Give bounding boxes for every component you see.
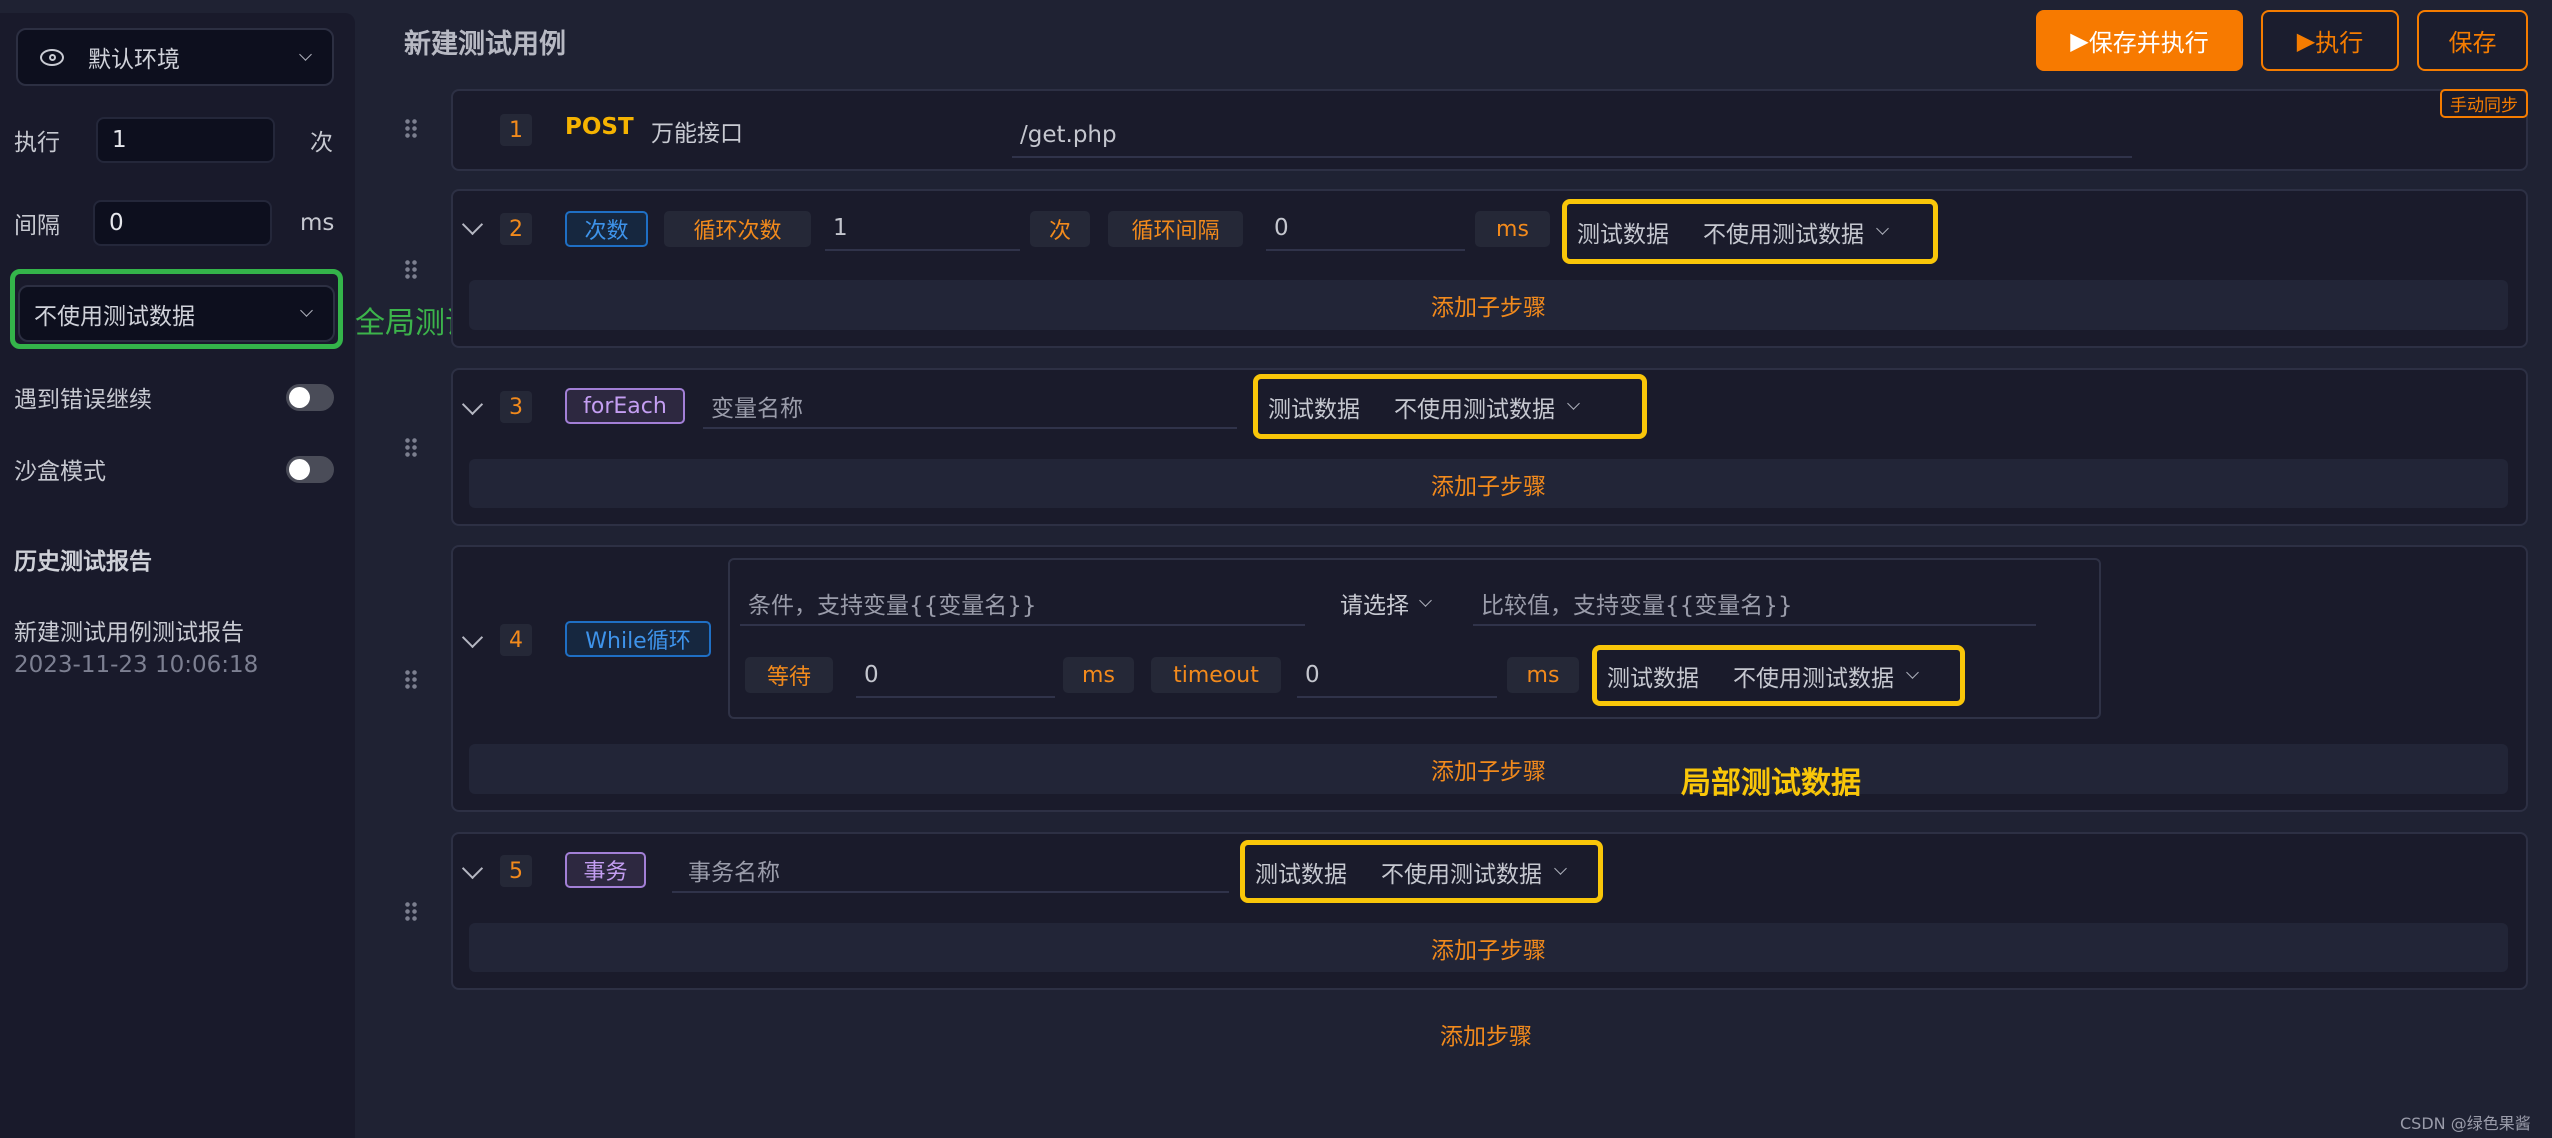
test-data-value: 不使用测试数据 bbox=[1381, 861, 1542, 888]
wait-label: 等待 bbox=[745, 657, 833, 693]
transaction-name-input[interactable]: 事务名称 bbox=[672, 849, 1229, 893]
wait-input[interactable]: 0 bbox=[856, 654, 1055, 698]
test-data-value: 不使用测试数据 bbox=[1733, 665, 1894, 692]
interval-unit: ms bbox=[300, 210, 335, 236]
drag-handle-icon[interactable] bbox=[404, 437, 418, 459]
test-data-label: 测试数据 bbox=[1255, 861, 1347, 888]
interval-input[interactable]: 0 bbox=[93, 200, 272, 246]
run-label: 执行 bbox=[2315, 29, 2364, 57]
step-number: 2 bbox=[500, 213, 532, 245]
step-type-tag: forEach bbox=[565, 388, 685, 424]
timeout-label: timeout bbox=[1151, 657, 1281, 693]
play-icon: ▶ bbox=[2070, 26, 2089, 55]
step-type-tag: 事务 bbox=[565, 852, 646, 888]
timeout-input[interactable]: 0 bbox=[1297, 654, 1497, 698]
environment-value: 默认环境 bbox=[88, 47, 180, 73]
watermark: CSDN @绿色果酱 bbox=[2400, 1114, 2531, 1133]
loop-interval-label: 循环间隔 bbox=[1108, 211, 1243, 247]
step-number: 4 bbox=[500, 624, 532, 656]
test-data-value: 不使用测试数据 bbox=[1703, 221, 1864, 248]
loop-count-label: 循环次数 bbox=[664, 211, 811, 247]
loop-count-unit: 次 bbox=[1030, 211, 1090, 247]
add-child-step-button[interactable]: 添加子步骤 bbox=[469, 280, 2508, 330]
add-child-step-button[interactable]: 添加子步骤 bbox=[469, 923, 2508, 972]
loop-interval-unit: ms bbox=[1475, 211, 1550, 247]
add-step-button[interactable]: 添加步骤 bbox=[1440, 1017, 1532, 1051]
test-data-label: 测试数据 bbox=[1577, 221, 1669, 248]
loop-count-input[interactable]: 1 bbox=[825, 207, 1020, 251]
compare-value-input[interactable]: 比较值，支持变量{{变量名}} bbox=[1473, 582, 2036, 626]
drag-handle-icon[interactable] bbox=[404, 901, 418, 923]
save-button[interactable]: 保存 bbox=[2417, 10, 2528, 71]
chevron-down-icon bbox=[299, 47, 312, 61]
continue-on-error-toggle[interactable] bbox=[286, 384, 334, 411]
page-title: 新建测试用例 bbox=[404, 29, 566, 60]
interval-label: 间隔 bbox=[14, 213, 60, 239]
step-number: 3 bbox=[500, 391, 532, 423]
http-method: POST bbox=[565, 114, 634, 140]
drag-handle-icon[interactable] bbox=[404, 259, 418, 281]
chevron-down-icon bbox=[1554, 862, 1567, 875]
exec-unit: 次 bbox=[310, 130, 333, 156]
add-child-step-button[interactable]: 添加子步骤 bbox=[469, 459, 2508, 508]
chevron-down-icon bbox=[1419, 593, 1432, 607]
step-test-data-select[interactable]: 测试数据 不使用测试数据 bbox=[1592, 645, 1965, 706]
step-type-tag: While循环 bbox=[565, 621, 711, 657]
continue-on-error-label: 遇到错误继续 bbox=[14, 387, 152, 413]
sandbox-toggle[interactable] bbox=[286, 456, 334, 483]
global-test-data-select[interactable]: 不使用测试数据 bbox=[18, 285, 335, 342]
environment-select[interactable]: 默认环境 bbox=[16, 28, 334, 86]
drag-handle-icon[interactable] bbox=[404, 118, 418, 140]
step-test-data-select[interactable]: 测试数据 不使用测试数据 bbox=[1253, 374, 1647, 439]
global-test-data-value: 不使用测试数据 bbox=[34, 303, 195, 330]
variable-name-input[interactable]: 变量名称 bbox=[703, 385, 1237, 429]
operator-select[interactable]: 请选择 bbox=[1340, 586, 1432, 620]
chevron-down-icon bbox=[1906, 666, 1919, 679]
history-title: 历史测试报告 bbox=[14, 549, 152, 575]
save-and-run-button[interactable]: ▶ 保存并执行 bbox=[2036, 10, 2243, 71]
condition-input[interactable]: 条件，支持变量{{变量名}} bbox=[740, 582, 1305, 626]
exec-label: 执行 bbox=[14, 130, 60, 156]
step-test-data-select[interactable]: 测试数据 不使用测试数据 bbox=[1562, 199, 1938, 264]
local-test-data-annotation: 局部测试数据 bbox=[1681, 766, 1861, 801]
api-path[interactable]: /get.php bbox=[1012, 114, 2132, 158]
add-child-step-button[interactable]: 添加子步骤 bbox=[469, 744, 2508, 794]
wait-unit: ms bbox=[1063, 657, 1134, 693]
sandbox-label: 沙盒模式 bbox=[14, 459, 106, 485]
step-number: 1 bbox=[500, 114, 532, 146]
report-time: 2023-11-23 10:06:18 bbox=[14, 652, 259, 678]
manual-sync-button[interactable]: 手动同步 bbox=[2440, 89, 2528, 118]
report-link[interactable]: 新建测试用例测试报告 bbox=[14, 613, 244, 647]
eye-icon bbox=[40, 48, 64, 66]
play-icon: ▶ bbox=[2296, 26, 2316, 55]
test-data-label: 测试数据 bbox=[1607, 665, 1699, 692]
drag-handle-icon[interactable] bbox=[404, 669, 418, 691]
chevron-down-icon bbox=[300, 304, 313, 317]
loop-interval-input[interactable]: 0 bbox=[1266, 207, 1465, 251]
step-number: 5 bbox=[500, 855, 532, 887]
step-type-tag: 次数 bbox=[565, 211, 648, 247]
operator-value: 请选择 bbox=[1340, 593, 1409, 619]
run-button[interactable]: ▶ 执行 bbox=[2261, 10, 2399, 71]
step-test-data-select[interactable]: 测试数据 不使用测试数据 bbox=[1240, 840, 1603, 903]
timeout-unit: ms bbox=[1507, 657, 1579, 693]
api-name: 万能接口 bbox=[651, 121, 743, 147]
chevron-down-icon bbox=[1567, 397, 1580, 410]
chevron-down-icon bbox=[1876, 222, 1889, 235]
save-and-run-label: 保存并执行 bbox=[2088, 29, 2209, 57]
exec-count-input[interactable]: 1 bbox=[96, 117, 275, 163]
test-data-label: 测试数据 bbox=[1268, 396, 1360, 423]
test-data-value: 不使用测试数据 bbox=[1394, 396, 1555, 423]
